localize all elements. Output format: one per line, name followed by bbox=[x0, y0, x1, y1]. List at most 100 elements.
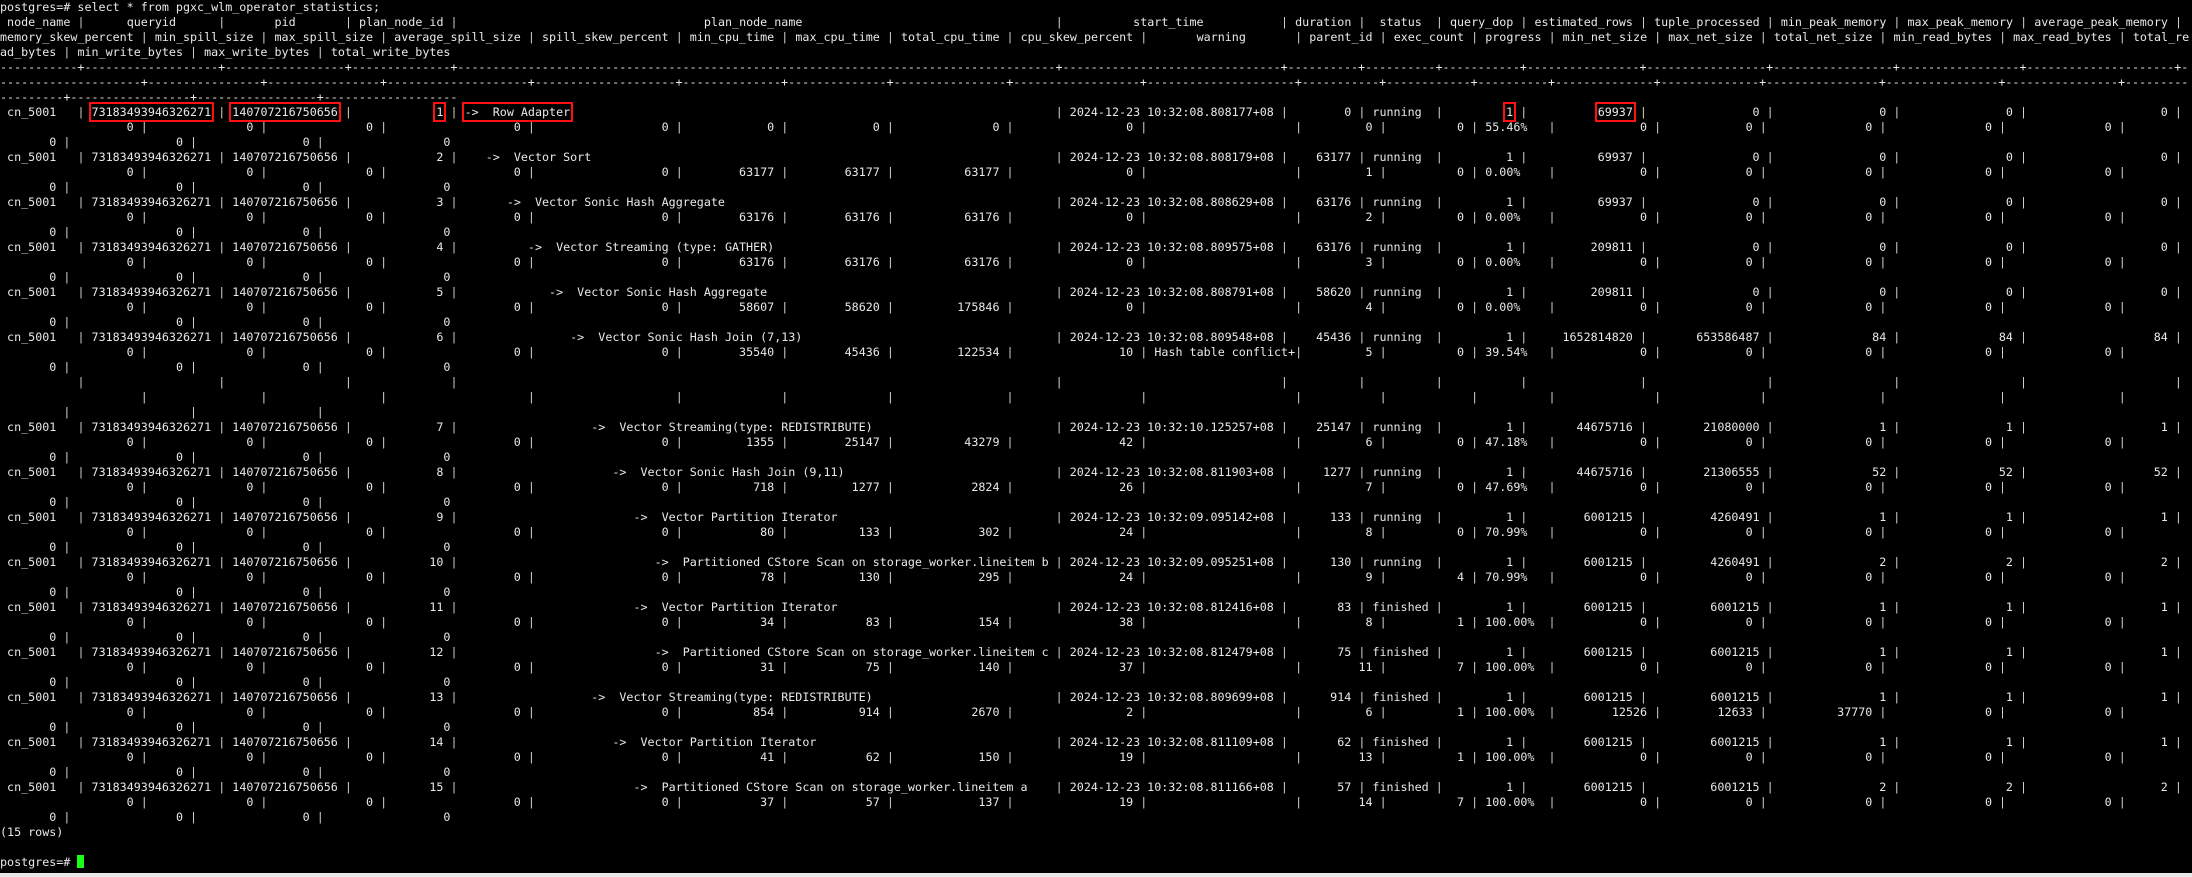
cell-max-net-size: 0 bbox=[1668, 750, 1753, 764]
cell-plan-node-id: 4 bbox=[359, 240, 444, 254]
column-divider: | bbox=[344, 555, 352, 569]
column-divider: | bbox=[886, 435, 894, 449]
column-divider: | bbox=[1006, 390, 1014, 404]
column-divider: | bbox=[1435, 555, 1443, 569]
cell-total-read-bytes: 0 bbox=[0, 135, 57, 149]
cell-max-write-bytes bbox=[204, 405, 310, 419]
cell-exec-count: 0 bbox=[1393, 300, 1465, 314]
cell-max-spill-size: 0 bbox=[274, 255, 374, 269]
cell-queryid: 73183493946326271 bbox=[91, 420, 212, 434]
column-divider: | bbox=[1006, 750, 1014, 764]
cell-plan-node-name: -> Vector Streaming(type: REDISTRIBUTE) bbox=[464, 420, 1049, 434]
cell-total-write-bytes: 0 bbox=[330, 495, 451, 509]
cell-average-spill-size: 0 bbox=[394, 435, 521, 449]
cell-parent-id: 6 bbox=[1309, 705, 1373, 719]
cell-min-spill-size: 0 bbox=[154, 255, 254, 269]
cell-exec-count: 1 bbox=[1393, 615, 1465, 629]
cell-min-write-bytes: 0 bbox=[77, 225, 183, 239]
column-divider: | bbox=[1548, 300, 1556, 314]
cell-average-spill-size: 0 bbox=[394, 300, 521, 314]
command-line: postgres=# select * from pgxc_wlm_operat… bbox=[0, 0, 2192, 15]
cell-total-write-bytes: 0 bbox=[330, 135, 451, 149]
column-divider: | bbox=[527, 210, 535, 224]
cell-cpu-skew-percent: 0 bbox=[1020, 120, 1134, 134]
column-divider: | bbox=[344, 195, 352, 209]
column-divider: | bbox=[2174, 285, 2182, 299]
table-row: 0 | 0 | 0 | 0 bbox=[0, 720, 2192, 735]
cell-total-write-bytes: 0 bbox=[330, 450, 451, 464]
cell-parent-id: 5 bbox=[1309, 345, 1373, 359]
column-divider: | bbox=[1006, 435, 1014, 449]
cell-max-peak-memory: 1 bbox=[1907, 690, 2013, 704]
cell-plan-node-name: -> Vector Sonic Hash Join (7,13) bbox=[464, 330, 1049, 344]
column-divider: | bbox=[1766, 510, 1774, 524]
cell-max-net-size: 0 bbox=[1668, 660, 1753, 674]
cell-total-write-bytes: 0 bbox=[330, 360, 451, 374]
cell-max-net-size: 0 bbox=[1668, 795, 1753, 809]
cell-max-read-bytes: 0 bbox=[2013, 750, 2112, 764]
cell-min-net-size: 0 bbox=[1562, 210, 1648, 224]
cell-min-net-size: 0 bbox=[1562, 435, 1648, 449]
cell-max-net-size: 0 bbox=[1668, 255, 1753, 269]
column-divider: | bbox=[1379, 480, 1387, 494]
column-divider: | bbox=[344, 465, 352, 479]
cell-start-time: 2024-12-23 10:32:10.125257+08 bbox=[1069, 420, 1274, 434]
column-divider: | bbox=[450, 645, 458, 659]
cell-min-net-size: 0 bbox=[1562, 345, 1648, 359]
column-divider: | bbox=[1379, 525, 1387, 539]
header-separator: -----------+-------------------+--------… bbox=[0, 60, 2189, 74]
column-header-min-net-size: min_net_size bbox=[1562, 30, 1648, 44]
cell-progress: 0.00% bbox=[1485, 300, 1542, 314]
cell-max-write-bytes: 0 bbox=[204, 540, 310, 554]
column-divider: | bbox=[1766, 15, 1774, 29]
cell-max-peak-memory: 1 bbox=[1907, 420, 2013, 434]
column-divider: | bbox=[1280, 600, 1288, 614]
table-row: cn_5001 | 73183493946326271 | 1407072167… bbox=[0, 645, 2192, 660]
cell-min-net-size: 0 bbox=[1562, 660, 1648, 674]
input-line[interactable]: postgres=# bbox=[0, 855, 2192, 870]
cell-max-peak-memory: 2 bbox=[1907, 555, 2013, 569]
cell-start-time: 2024-12-23 10:32:09.095142+08 bbox=[1069, 510, 1274, 524]
terminal-window[interactable]: postgres=# select * from pgxc_wlm_operat… bbox=[0, 0, 2192, 870]
separator: --------------------+----------------+--… bbox=[0, 75, 2192, 90]
column-divider: | bbox=[1280, 645, 1288, 659]
column-divider: | bbox=[140, 750, 148, 764]
cell-query-dop: 1 bbox=[1449, 465, 1514, 479]
